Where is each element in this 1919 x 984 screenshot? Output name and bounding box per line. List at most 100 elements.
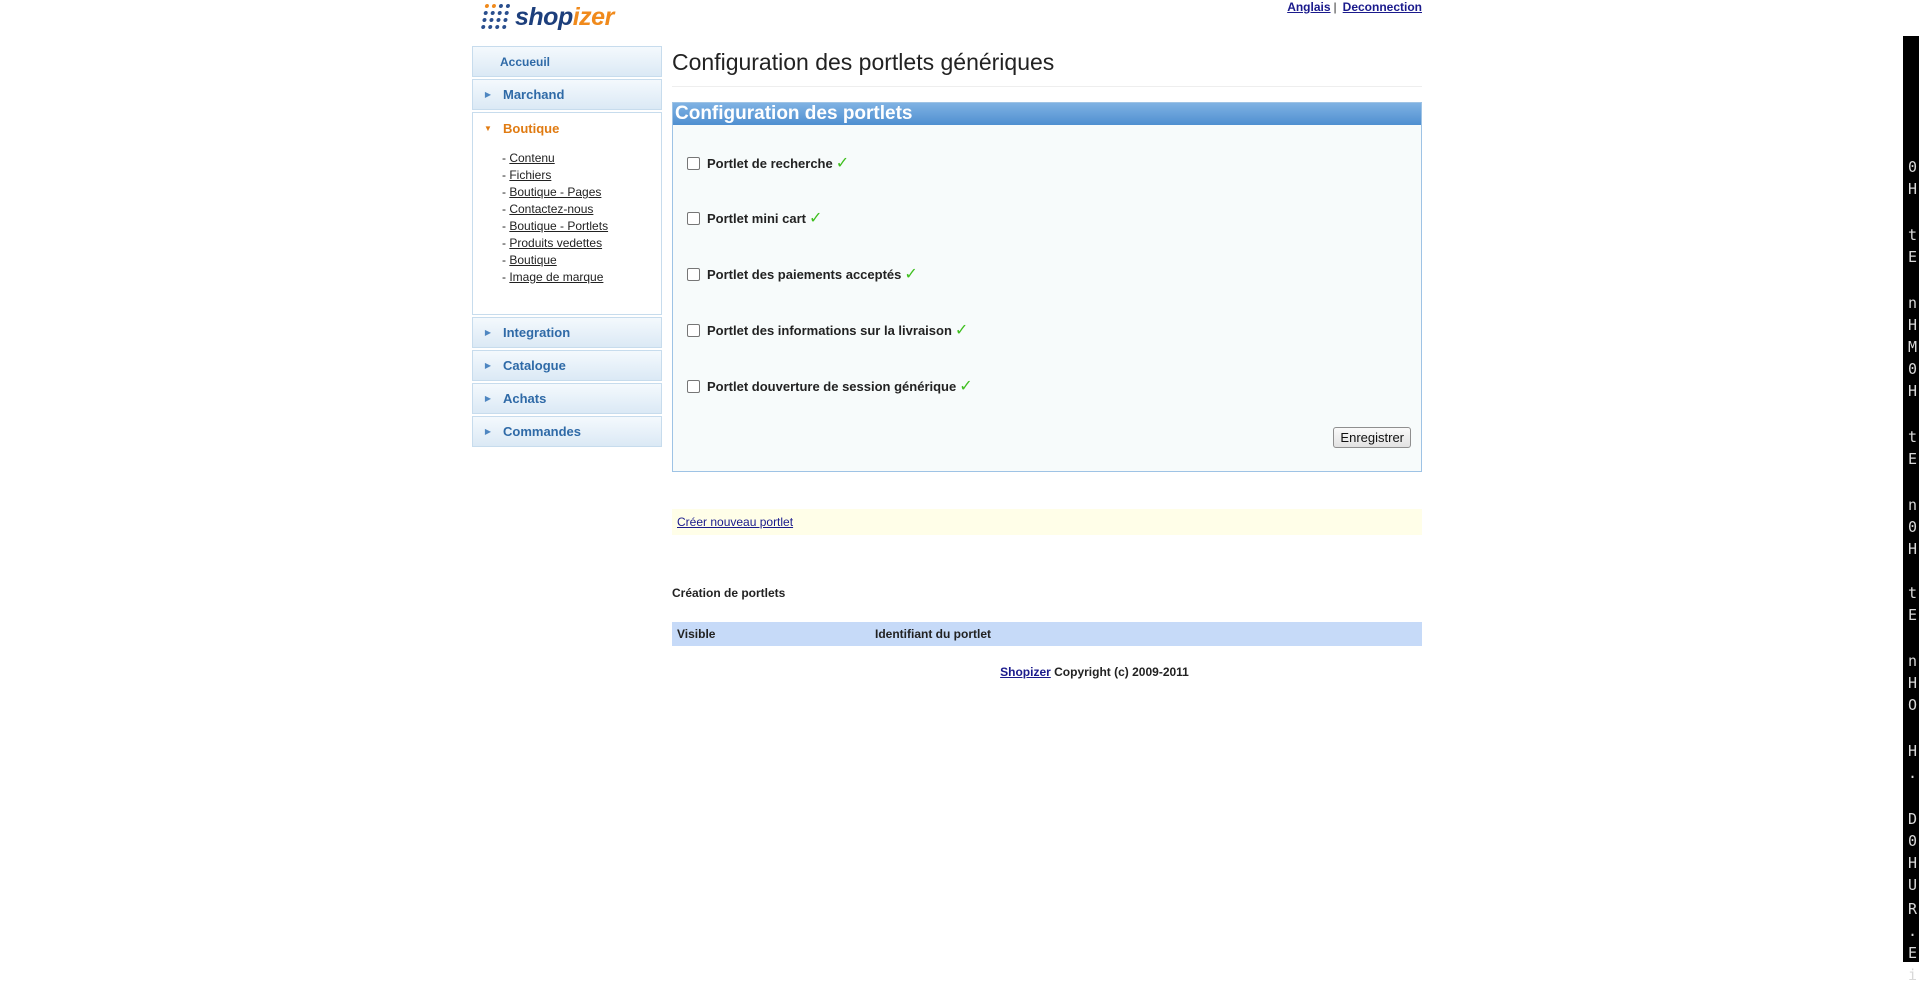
terminal-glyph: H bbox=[1908, 382, 1918, 400]
checkmark-icon: ✓ bbox=[808, 210, 823, 227]
terminal-glyph: t bbox=[1908, 584, 1918, 602]
sidebar-item-home[interactable]: Accueuil bbox=[472, 46, 662, 77]
terminal-glyph: H bbox=[1908, 674, 1918, 692]
portlet-config-box: Configuration des portlets Portlet de re… bbox=[672, 102, 1422, 472]
terminal-glyph: E bbox=[1908, 944, 1918, 962]
terminal-glyph: D bbox=[1908, 810, 1918, 828]
sidebar-item-label: Boutique bbox=[503, 120, 560, 136]
terminal-glyph: . bbox=[1908, 764, 1918, 782]
sidebar-item-achats[interactable]: ▶ Achats bbox=[472, 383, 662, 414]
page-title: Configuration des portlets génériques bbox=[672, 49, 1422, 87]
logout-link[interactable]: Deconnection bbox=[1343, 0, 1422, 14]
main-content: Configuration des portlets génériques Co… bbox=[672, 46, 1422, 679]
terminal-glyph: R bbox=[1908, 900, 1918, 918]
submenu-link-boutique[interactable]: Boutique bbox=[509, 253, 556, 267]
chevron-down-icon: ▼ bbox=[484, 123, 492, 133]
copyright-text: Copyright (c) 2009-2011 bbox=[1054, 665, 1189, 679]
submenu-link-pages[interactable]: Boutique - Pages bbox=[509, 185, 601, 199]
sidebar-item-label: Catalogue bbox=[503, 358, 566, 373]
terminal-glyph: 0 bbox=[1908, 360, 1918, 378]
sidebar-item-label: Achats bbox=[503, 391, 547, 406]
terminal-glyph: U bbox=[1908, 876, 1918, 894]
portlet-checkbox[interactable] bbox=[687, 323, 700, 337]
logo-wordmark: shopizer bbox=[515, 2, 614, 31]
terminal-glyph: M bbox=[1908, 338, 1918, 356]
submenu-item: - Boutique - Portlets bbox=[502, 219, 609, 233]
terminal-glyph: O bbox=[1908, 696, 1918, 714]
chevron-right-icon: ▶ bbox=[484, 394, 492, 403]
checkmark-icon: ✓ bbox=[835, 155, 850, 172]
top-links: Anglais | Deconnection bbox=[1287, 0, 1422, 14]
terminal-glyph: t bbox=[1908, 226, 1918, 244]
footer-link[interactable]: Shopizer bbox=[1000, 665, 1051, 679]
side-terminal-strip: 0HtEnHM0HtEn0HtEnHOH.D0HUR.Ei bbox=[1903, 36, 1919, 984]
checkmark-icon: ✓ bbox=[954, 322, 969, 339]
portlet-label: Portlet douverture de session générique bbox=[707, 378, 957, 394]
submenu-link-portlets[interactable]: Boutique - Portlets bbox=[509, 219, 608, 233]
terminal-glyph: n bbox=[1908, 496, 1918, 514]
portlet-checkbox[interactable] bbox=[687, 156, 700, 170]
submenu-link-contact[interactable]: Contactez-nous bbox=[509, 202, 593, 216]
chevron-right-icon: ▶ bbox=[484, 90, 492, 99]
terminal-glyph: E bbox=[1908, 248, 1918, 266]
portlet-checkbox[interactable] bbox=[687, 211, 700, 225]
portlet-option: Portlet douverture de session générique … bbox=[687, 376, 973, 396]
terminal-glyph: H bbox=[1908, 854, 1918, 872]
submenu-item: - Image de marque bbox=[502, 270, 604, 284]
shopizer-logo: shopizer bbox=[480, 0, 614, 34]
sidebar-item-catalogue[interactable]: ▶ Catalogue bbox=[472, 350, 662, 381]
column-header-visible: Visible bbox=[677, 627, 716, 641]
save-button[interactable]: Enregistrer bbox=[1333, 427, 1411, 448]
terminal-glyph: 0 bbox=[1908, 158, 1918, 176]
sidebar-item-integration[interactable]: ▶ Integration bbox=[472, 317, 662, 348]
checkmark-icon: ✓ bbox=[959, 378, 973, 395]
portlet-option: Portlet de recherche ✓ bbox=[687, 153, 849, 173]
language-link[interactable]: Anglais bbox=[1287, 0, 1330, 14]
terminal-glyph: i bbox=[1908, 966, 1918, 984]
submenu-item: - Fichiers bbox=[502, 168, 552, 182]
chevron-right-icon: ▶ bbox=[484, 427, 492, 436]
submenu-item: - Boutique bbox=[502, 253, 557, 267]
portlet-label: Portlet des informations sur la livraiso… bbox=[707, 322, 952, 338]
terminal-glyph: n bbox=[1908, 294, 1918, 312]
chevron-right-icon: ▶ bbox=[484, 328, 492, 337]
sidebar: Accueuil ▶ Marchand ▼ Boutique - Contenu… bbox=[472, 46, 662, 449]
submenu-item: - Contactez-nous bbox=[502, 202, 594, 216]
terminal-glyph: 0 bbox=[1908, 832, 1918, 850]
sidebar-item-merchant[interactable]: ▶ Marchand bbox=[472, 79, 662, 110]
portlet-option: Portlet mini cart ✓ bbox=[687, 208, 822, 228]
terminal-glyph: H bbox=[1908, 540, 1918, 558]
terminal-glyph: 0 bbox=[1908, 518, 1918, 536]
terminal-glyph: n bbox=[1908, 652, 1918, 670]
terminal-glyph: H bbox=[1908, 180, 1918, 198]
section-title: Création de portlets bbox=[672, 586, 786, 600]
submenu-link-branding[interactable]: Image de marque bbox=[509, 270, 603, 284]
sidebar-item-commandes[interactable]: ▶ Commandes bbox=[472, 416, 662, 447]
terminal-glyph: E bbox=[1908, 450, 1918, 468]
terminal-glyph: . bbox=[1908, 922, 1918, 940]
submenu-item: - Boutique - Pages bbox=[502, 185, 602, 199]
chevron-right-icon: ▶ bbox=[484, 361, 492, 370]
create-portlet-link[interactable]: Créer nouveau portlet bbox=[677, 515, 793, 529]
sidebar-item-boutique[interactable]: ▼ Boutique bbox=[472, 112, 662, 143]
logo-dots-icon bbox=[480, 4, 512, 30]
submenu-link-featured[interactable]: Produits vedettes bbox=[509, 236, 602, 250]
footer: Shopizer Copyright (c) 2009-2011 bbox=[672, 665, 1422, 679]
submenu-item: - Produits vedettes bbox=[502, 236, 603, 250]
terminal-glyph: t bbox=[1908, 428, 1918, 446]
create-portlet-bar: Créer nouveau portlet bbox=[672, 509, 1422, 535]
sidebar-item-label: Integration bbox=[503, 325, 571, 340]
portlet-label: Portlet de recherche bbox=[707, 155, 833, 171]
column-header-id: Identifiant du portlet bbox=[875, 627, 991, 641]
submenu-link-contenu[interactable]: Contenu bbox=[509, 151, 554, 165]
portlet-table-header: Visible Identifiant du portlet bbox=[672, 622, 1422, 646]
sidebar-item-label: Marchand bbox=[503, 87, 565, 102]
portlet-label: Portlet mini cart bbox=[707, 210, 806, 226]
portlet-checkbox[interactable] bbox=[687, 379, 700, 393]
portlet-checkbox[interactable] bbox=[687, 267, 700, 281]
terminal-glyph: H bbox=[1908, 742, 1918, 760]
boutique-submenu: - Contenu - Fichiers - Boutique - Pages … bbox=[472, 143, 662, 315]
portlet-label: Portlet des paiements acceptés bbox=[707, 266, 902, 282]
submenu-link-fichiers[interactable]: Fichiers bbox=[509, 168, 551, 182]
portlet-option: Portlet des informations sur la livraiso… bbox=[687, 320, 968, 340]
